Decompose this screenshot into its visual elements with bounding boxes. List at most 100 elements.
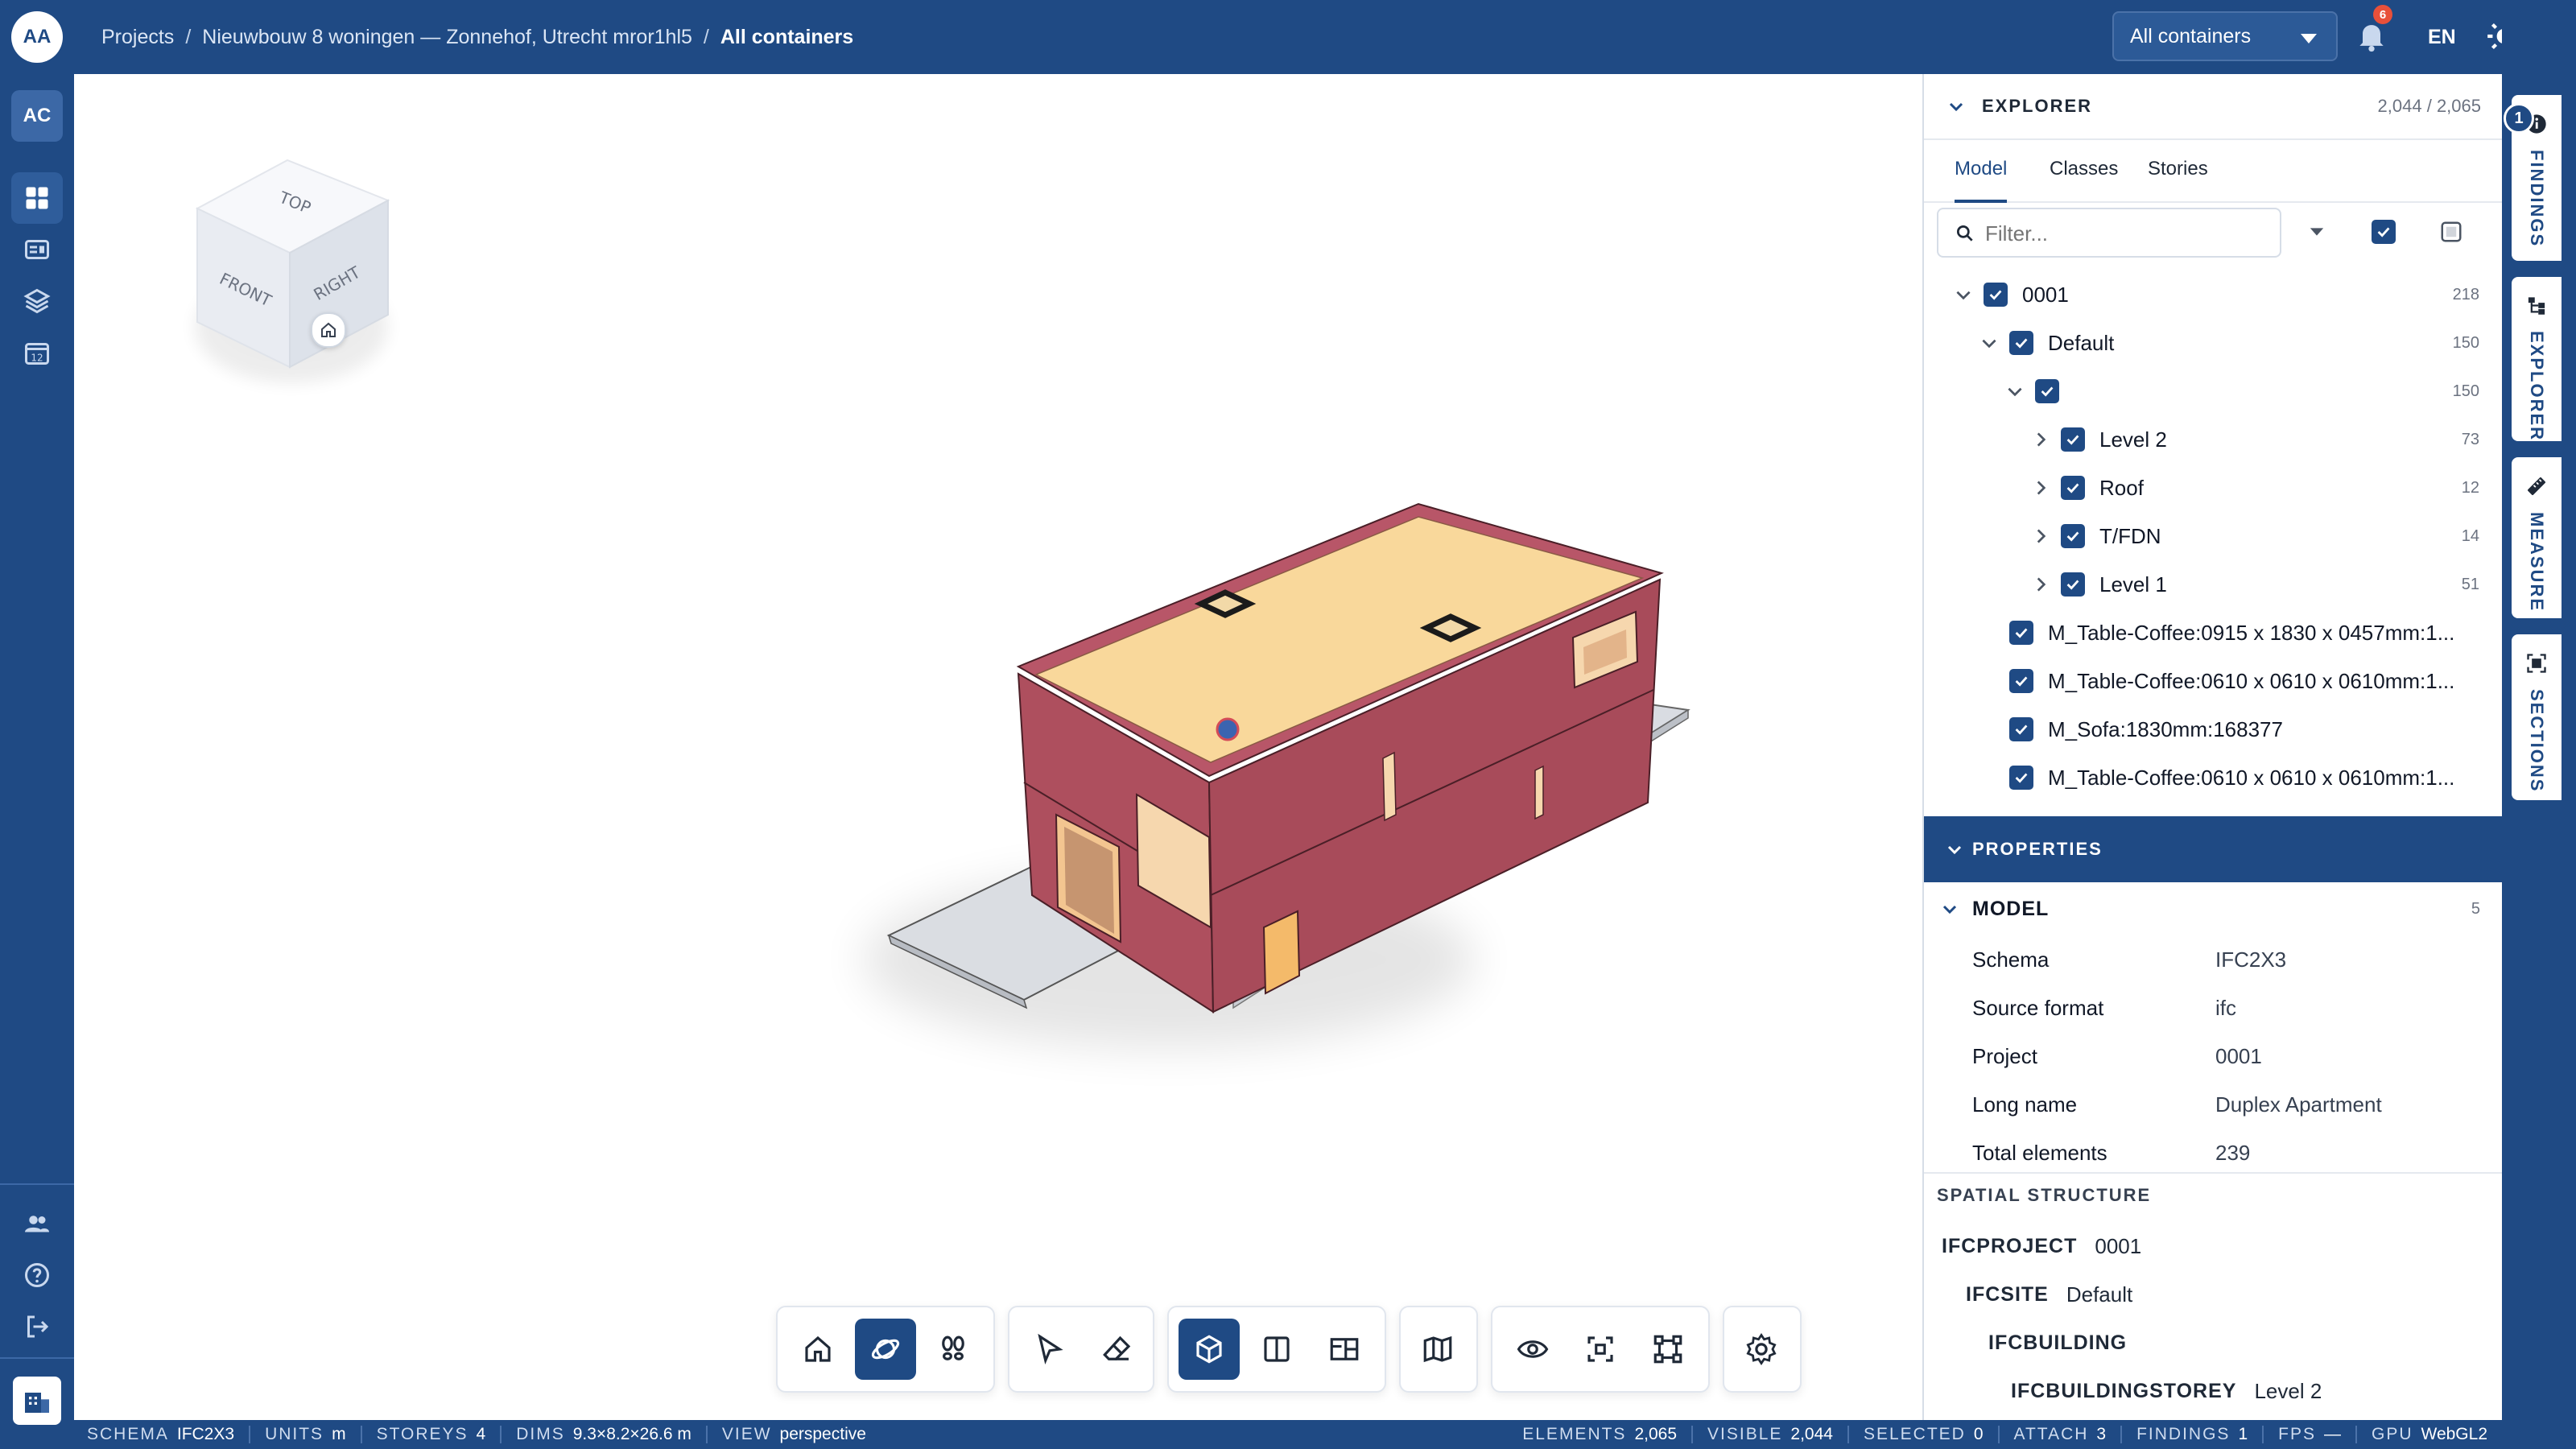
orbit-button[interactable] [855, 1319, 916, 1380]
tree-checkbox[interactable] [2061, 427, 2085, 452]
property-value[interactable]: 239 [2215, 1141, 2250, 1166]
fit-view-button[interactable] [1570, 1319, 1631, 1380]
dashboard-button[interactable] [11, 172, 63, 224]
erase-button[interactable] [1087, 1319, 1148, 1380]
tab-model[interactable]: Model [1955, 138, 2008, 203]
floorplan-icon [1330, 1338, 1359, 1360]
side-tabs: FINDINGS 1 EXPLORER MEASURE SECTIONS [2502, 0, 2576, 1449]
tree-checkbox[interactable] [1984, 283, 2008, 307]
home-view-button[interactable] [787, 1319, 848, 1380]
tree-row[interactable]: Level 2 73 [1924, 415, 2504, 464]
status-label: FPS [2278, 1425, 2316, 1443]
tree-checkbox[interactable] [2009, 669, 2033, 693]
bounding-box-button[interactable] [1637, 1319, 1699, 1380]
tree-row[interactable]: Roof 12 [1924, 464, 2504, 512]
tree-row[interactable]: M_Sofa:1830mm:168377 [1924, 705, 2504, 753]
tab-measure[interactable]: MEASURE [2512, 457, 2562, 618]
property-value[interactable]: ifc [2215, 996, 2236, 1021]
spatial-node[interactable]: IFCBUILDING [1988, 1319, 2145, 1367]
settings-button[interactable] [1731, 1319, 1792, 1380]
users-icon [25, 1216, 49, 1232]
model-section-header[interactable]: MODEL 5 [1924, 882, 2504, 935]
tree-row[interactable]: 0001 218 [1924, 270, 2504, 319]
chevron-right-icon[interactable] [2030, 526, 2051, 547]
status-divider [705, 1426, 708, 1443]
chevron-right-icon[interactable] [2030, 477, 2051, 498]
map-button[interactable] [1407, 1319, 1468, 1380]
avatar[interactable]: AA [11, 11, 63, 63]
layers-button[interactable] [11, 275, 63, 327]
tree-label: M_Table-Coffee:0610 x 0610 x 0610mm:1... [2048, 668, 2455, 693]
tree-checkbox[interactable] [2061, 524, 2085, 548]
tree-checkbox[interactable] [2061, 572, 2085, 597]
tree-checkbox[interactable] [2009, 766, 2033, 790]
tree-checkbox[interactable] [2009, 717, 2033, 741]
plan-view-button[interactable] [1314, 1319, 1375, 1380]
spatial-node[interactable]: IFCPROJECT 0001 [1942, 1222, 2141, 1270]
chevron-down-icon[interactable] [2004, 381, 2025, 402]
notifications-button[interactable]: 6 [2354, 5, 2392, 56]
tree-row[interactable]: 150 [1924, 367, 2504, 415]
status-label: STOREYS [376, 1425, 469, 1443]
tree-row[interactable]: M_Table-Coffee:0610 x 0610 x 0610mm:1... [1924, 753, 2504, 802]
tree-row[interactable]: M_Table-Coffee:0610 x 0610 x 0610mm:1... [1924, 657, 2504, 705]
select-button[interactable] [1019, 1319, 1080, 1380]
3d-viewport[interactable]: TOP FRONT RIGHT [74, 74, 1922, 1420]
container-select[interactable]: All containers [2112, 11, 2338, 61]
model-section-title: MODEL [1972, 897, 2050, 920]
eye-icon [1517, 1340, 1549, 1358]
filter-dropdown-icon[interactable] [2306, 221, 2328, 243]
tab-classes[interactable]: Classes [2050, 138, 2118, 200]
team-button[interactable] [11, 1198, 63, 1249]
status-divider [249, 1426, 251, 1443]
chevron-right-icon[interactable] [2030, 429, 2051, 450]
property-value[interactable]: 0001 [2215, 1044, 2262, 1069]
tree-checkbox[interactable] [2009, 331, 2033, 355]
split-view-button[interactable] [1246, 1319, 1307, 1380]
tree-checkbox[interactable] [2035, 379, 2059, 403]
tab-explorer[interactable]: EXPLORER [2512, 277, 2562, 441]
tree-count: 14 [2461, 526, 2479, 545]
status-value: WebGL2 [2421, 1425, 2488, 1443]
spatial-node[interactable]: IFCBUILDINGSTOREY Level 2 [2011, 1367, 2322, 1415]
chevron-down-icon[interactable] [1953, 284, 1974, 305]
calendar-button[interactable]: 12 [11, 327, 63, 378]
filter-input[interactable] [1984, 216, 2268, 251]
view-cube[interactable]: TOP FRONT RIGHT [106, 109, 444, 423]
explorer-header[interactable]: EXPLORER 2,044 / 2,065 [1924, 74, 2504, 140]
status-label: VIEW [721, 1425, 772, 1443]
tree-row[interactable]: Default 150 [1924, 319, 2504, 367]
org-badge[interactable]: AC [11, 90, 63, 142]
property-value[interactable]: IFC2X3 [2215, 947, 2286, 972]
check-icon [2015, 338, 2028, 349]
logout-button[interactable] [11, 1301, 63, 1352]
check-all-button[interactable] [2372, 220, 2396, 244]
status-divider [500, 1426, 502, 1443]
language-toggle[interactable]: EN [2428, 0, 2456, 74]
property-value[interactable]: Duplex Apartment [2215, 1092, 2382, 1117]
breadcrumb-project[interactable]: Nieuwbouw 8 woningen — Zonnehof, Utrecht… [202, 26, 692, 49]
tab-sections[interactable]: SECTIONS [2512, 634, 2562, 800]
tree-checkbox[interactable] [2061, 476, 2085, 500]
tab-stories[interactable]: Stories [2148, 138, 2208, 200]
home-icon [805, 1335, 831, 1362]
help-button[interactable] [11, 1249, 63, 1301]
status-divider [1691, 1426, 1694, 1443]
workspace-button[interactable] [13, 1377, 61, 1425]
breadcrumb-projects[interactable]: Projects [101, 26, 174, 49]
properties-header[interactable]: PROPERTIES [1924, 816, 2504, 882]
chevron-down-icon[interactable] [1979, 332, 2000, 353]
building-model[interactable] [799, 396, 1765, 1121]
spatial-node[interactable]: IFCSITE Default [1966, 1270, 2132, 1319]
visibility-button[interactable] [1502, 1319, 1563, 1380]
tree-row[interactable]: M_Table-Coffee:0915 x 1830 x 0457mm:1... [1924, 609, 2504, 657]
uncheck-all-icon[interactable] [2439, 220, 2463, 244]
tree-checkbox[interactable] [2009, 621, 2033, 645]
news-button[interactable] [11, 224, 63, 275]
3d-view-button[interactable] [1179, 1319, 1240, 1380]
chevron-right-icon[interactable] [2030, 574, 2051, 595]
tree-row[interactable]: T/FDN 14 [1924, 512, 2504, 560]
tree-row[interactable]: Level 1 51 [1924, 560, 2504, 609]
viewcube-home-button[interactable] [311, 312, 346, 348]
walk-button[interactable] [923, 1319, 984, 1380]
